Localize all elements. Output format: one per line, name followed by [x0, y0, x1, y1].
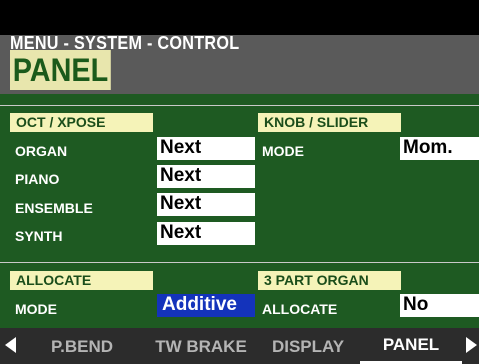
allocate-mode-label: MODE: [15, 301, 57, 317]
ensemble-label: ENSEMBLE: [15, 200, 93, 216]
knob-mode-label: MODE: [262, 143, 304, 159]
tab-panel[interactable]: PANEL: [360, 330, 462, 364]
section-3-part-organ: 3 PART ORGAN: [258, 271, 401, 290]
knob-mode-value[interactable]: Mom.: [400, 137, 479, 160]
part-organ-allocate-value[interactable]: No: [400, 294, 479, 317]
synth-value[interactable]: Next: [157, 222, 255, 245]
synth-label: SYNTH: [15, 228, 63, 244]
triangle-left-icon[interactable]: [5, 337, 16, 353]
triangle-right-icon[interactable]: [466, 337, 477, 353]
piano-value[interactable]: Next: [157, 165, 255, 188]
allocate-mode-value[interactable]: Additive: [157, 294, 255, 317]
section-oct-xpose: OCT / XPOSE: [10, 113, 153, 132]
tab-tw-brake[interactable]: TW BRAKE: [143, 330, 259, 364]
top-bar: [0, 0, 479, 35]
piano-label: PIANO: [15, 171, 60, 187]
part-organ-allocate-label: ALLOCATE: [262, 301, 338, 317]
section-allocate: ALLOCATE: [10, 271, 153, 290]
divider: [0, 262, 479, 263]
page-title: PANEL: [10, 50, 111, 90]
tab-p-bend[interactable]: P.BEND: [24, 330, 140, 364]
organ-value[interactable]: Next: [157, 137, 255, 160]
divider: [0, 105, 479, 106]
tab-display[interactable]: DISPLAY: [258, 330, 358, 364]
ensemble-value[interactable]: Next: [157, 193, 255, 216]
section-knob-slider: KNOB / SLIDER: [258, 113, 401, 132]
organ-label: ORGAN: [15, 143, 68, 159]
